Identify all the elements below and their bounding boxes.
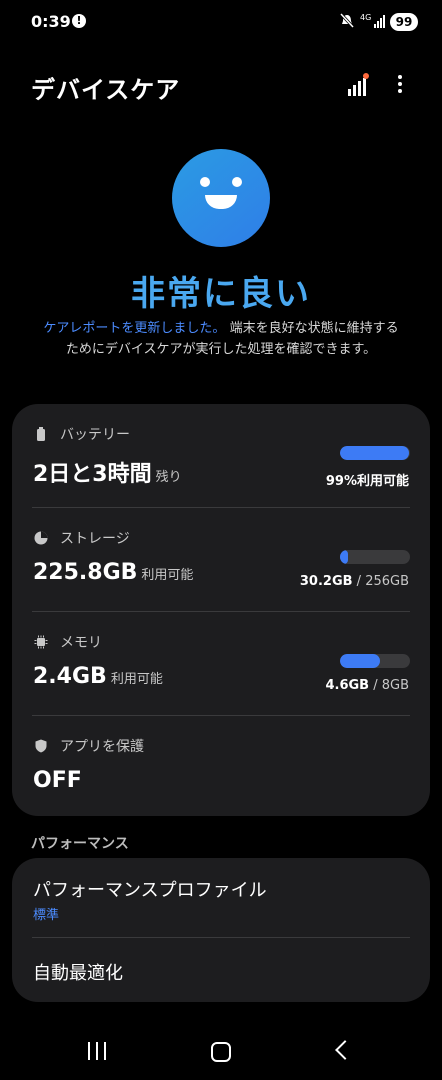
recents-bar [96,1042,98,1060]
page-title: デバイスケア [31,76,181,104]
signal-strength-icon [374,15,385,28]
storage-header: ストレージ [34,528,130,548]
home-button[interactable] [211,1042,231,1062]
storage-separator: / [352,574,366,589]
performance-profile-item[interactable]: パフォーマンスプロファイル 標準 [12,858,430,937]
app-protection-row[interactable]: アプリを保護 OFF [12,716,430,820]
memory-row[interactable]: メモリ 2.4GB 利用可能 4.6GB / 8GB [12,612,430,716]
memory-available-suffix: 利用可能 [110,672,163,687]
mute-icon [340,13,354,29]
storage-progress-bar [340,550,410,564]
auto-optimize-label: 自動最適化 [33,963,123,984]
memory-usage: 4.6GB / 8GB [325,678,409,693]
performance-profile-label: パフォーマンスプロファイル [33,880,267,901]
storage-label: ストレージ [60,531,130,547]
chip-icon [34,635,48,649]
memory-progress-fill [340,654,380,668]
storage-total: 256GB [365,574,409,589]
memory-available-value: 2.4GB [33,664,107,689]
performance-section-label: パフォーマンス [31,836,129,852]
status-bar: 0:39 ! 4G 99 [0,0,442,44]
storage-available-suffix: 利用可能 [141,568,194,583]
memory-total: 8GB [381,678,409,693]
memory-progress-bar [340,654,410,668]
network-type-label: 4G [360,13,372,22]
face-mouth [205,195,237,209]
more-options-dot [398,89,402,93]
device-status-card: バッテリー 2日と3時間 残り 99%利用可能 ストレージ 225.8GB 利用可能… [12,404,430,816]
diagnostics-button[interactable] [345,72,371,98]
memory-header: メモリ [34,632,102,652]
storage-available: 225.8GB 利用可能 [33,560,193,585]
face-eye [200,177,210,187]
battery-label: バッテリー [60,427,130,443]
recents-bar [104,1042,106,1060]
performance-profile-value: 標準 [33,908,60,923]
battery-level-badge: 99 [390,13,418,31]
app-protection-header: アプリを保護 [34,736,144,756]
auto-optimize-item[interactable]: 自動最適化 [12,938,430,1002]
pie-chart-icon [34,531,48,545]
notification-dot [363,73,369,79]
performance-card: パフォーマンスプロファイル 標準 自動最適化 [12,858,430,1002]
care-description: ケアレポートを更新しました。 端末を良好な状態に維持するためにデバイスケアが実行… [40,318,402,360]
storage-progress-fill [340,550,349,564]
clock: 0:39 [31,12,71,31]
back-button[interactable] [335,1040,355,1060]
battery-header: バッテリー [34,424,130,444]
storage-row[interactable]: ストレージ 225.8GB 利用可能 30.2GB / 256GB [12,508,430,612]
battery-remaining-suffix: 残り [155,470,182,485]
memory-used: 4.6GB [325,678,370,693]
storage-available-value: 225.8GB [33,560,138,585]
more-options-button[interactable] [390,72,410,98]
battery-progress-bar [340,446,410,460]
battery-row[interactable]: バッテリー 2日と3時間 残り 99%利用可能 [12,404,430,508]
alert-icon: ! [72,14,86,28]
more-options-dot [398,82,402,86]
battery-remaining-value: 2日と3時間 [33,462,152,487]
face-eye [232,177,242,187]
battery-progress-fill [340,446,410,460]
memory-available: 2.4GB 利用可能 [33,664,163,689]
battery-icon [37,427,45,441]
more-options-dot [398,75,402,79]
storage-used: 30.2GB [299,574,353,589]
memory-separator: / [369,678,382,693]
storage-usage: 30.2GB / 256GB [300,574,409,589]
app-protection-value: OFF [33,768,82,793]
care-report-link[interactable]: ケアレポートを更新しました。 [43,321,225,336]
battery-available: 99%利用可能 [325,474,409,489]
battery-remaining: 2日と3時間 残り [33,456,182,488]
app-protection-label: アプリを保護 [60,739,144,755]
recents-bar [88,1042,90,1060]
device-status-title: 非常に良い [131,274,311,314]
navigation-bar [0,1024,442,1080]
memory-label: メモリ [60,635,102,651]
shield-icon [35,739,47,753]
recent-apps-button[interactable] [88,1042,106,1060]
smiley-face-icon [172,149,270,247]
